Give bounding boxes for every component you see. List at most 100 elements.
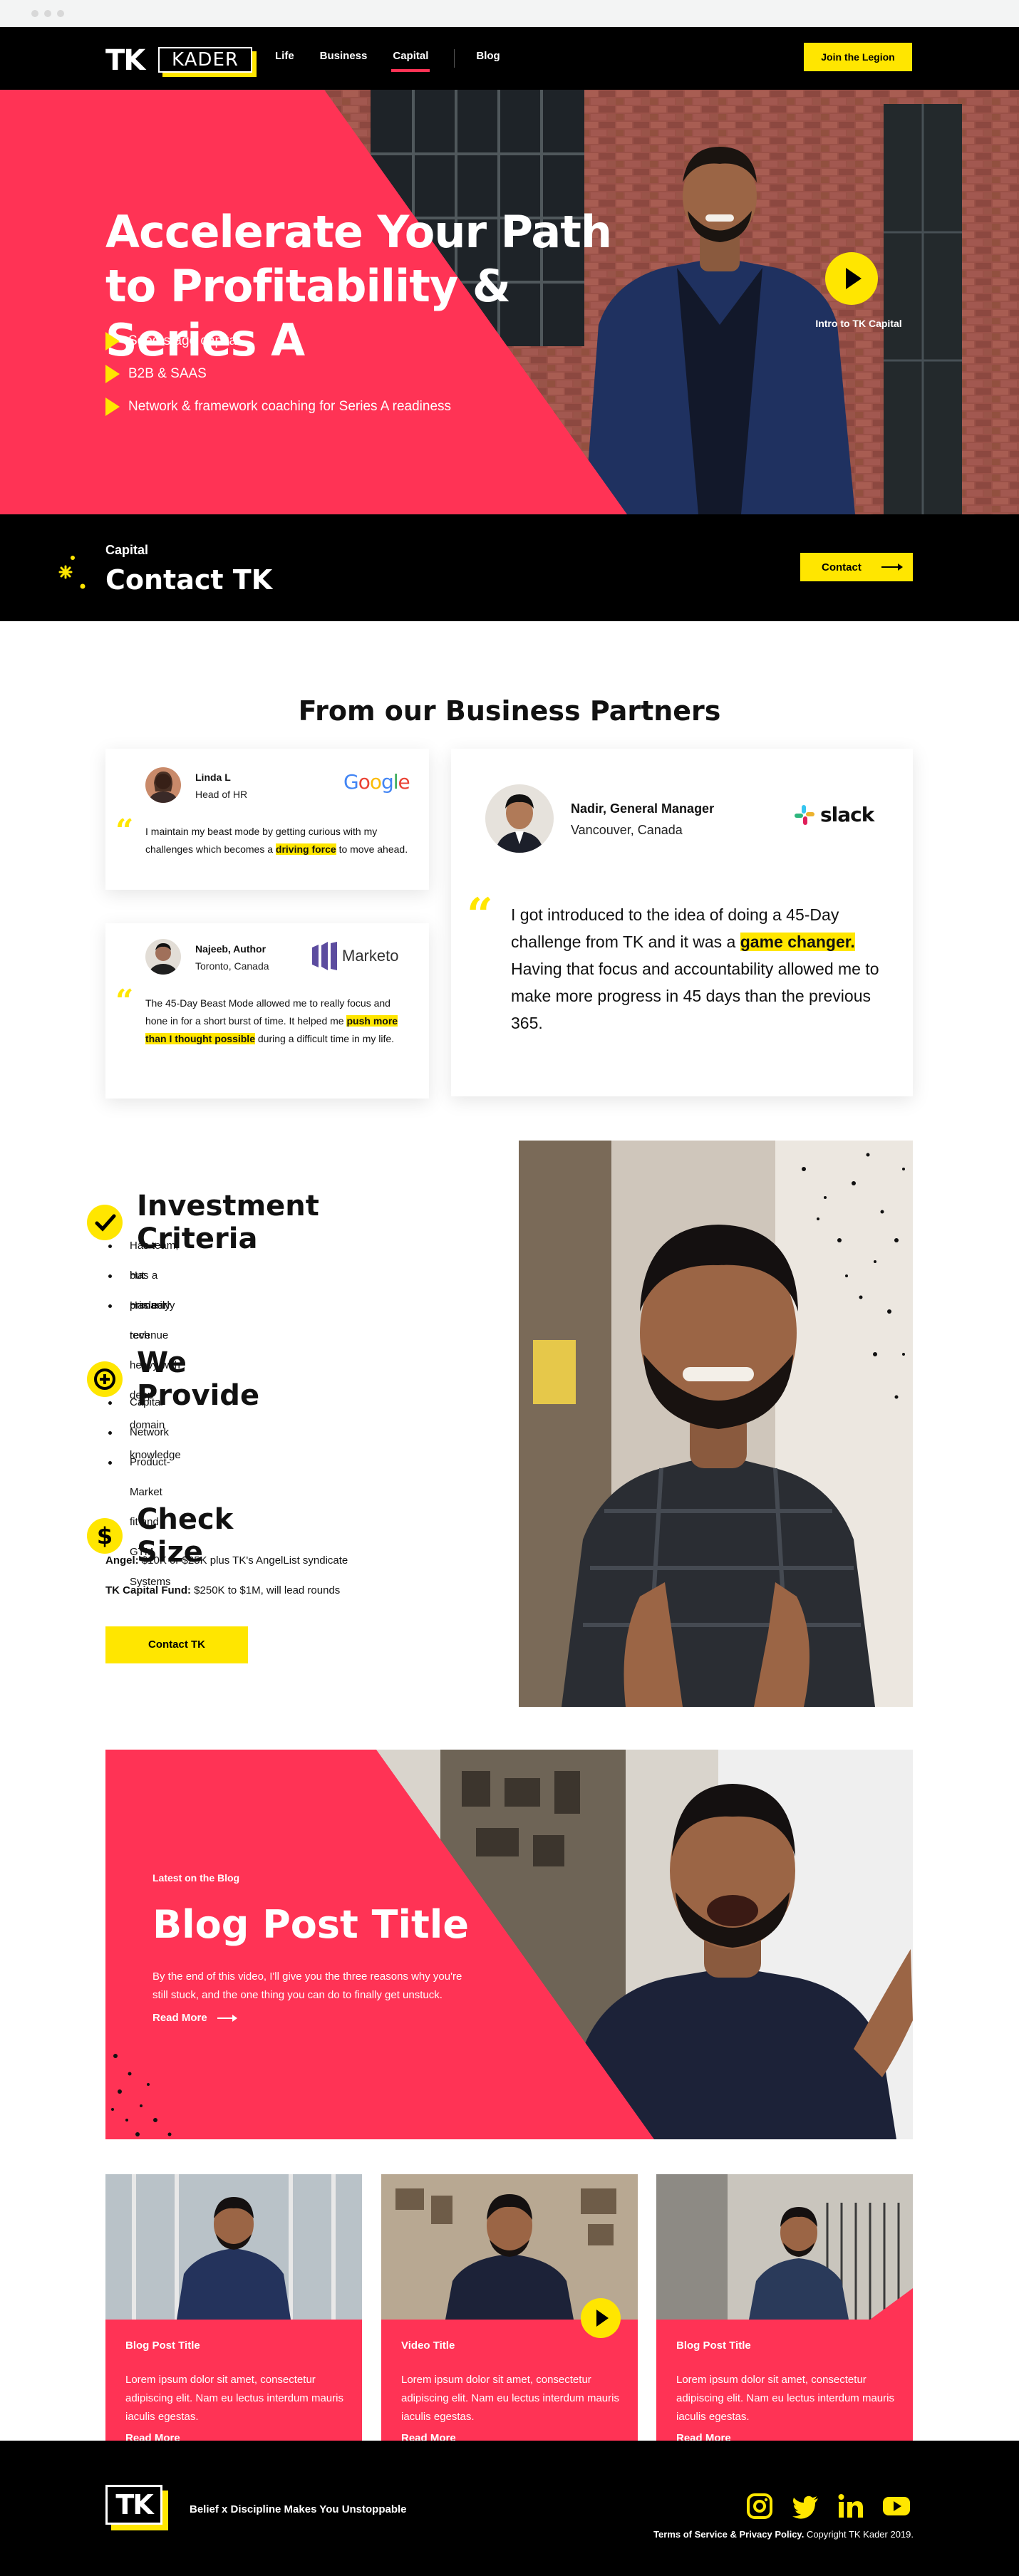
- contact-band: Capital Contact TK Contact: [0, 514, 1019, 621]
- hero-bullet-text: Network & framework coaching for Series …: [128, 399, 452, 414]
- contact-button[interactable]: Contact: [800, 553, 913, 581]
- logo-tk: TK: [105, 44, 145, 77]
- legal-links[interactable]: Terms of Service & Privacy Policy.: [653, 2529, 804, 2540]
- blog-card-title: Blog Post Title: [676, 2339, 751, 2352]
- arrow-bullet-icon: [105, 398, 120, 416]
- blog-feature[interactable]: Latest on the Blog Blog Post Title By th…: [105, 1750, 913, 2139]
- read-more-link[interactable]: Read More: [401, 2432, 456, 2441]
- video-caption: Intro to TK Capital: [815, 318, 902, 329]
- video-card[interactable]: Video Title Lorem ipsum dolor sit amet, …: [381, 2174, 638, 2441]
- testimonial-role: Toronto, Canada: [195, 960, 269, 972]
- list-item: Product-Market fit and GTM Systems: [108, 1448, 171, 1588]
- footer-logo[interactable]: TK: [105, 2485, 170, 2532]
- testimonial-text: The 45-Day Beast Mode allowed me to real…: [145, 994, 409, 1048]
- avatar: [145, 939, 181, 975]
- list-item: Network: [108, 1418, 171, 1448]
- hero-bullet: Seed stage capital: [105, 325, 451, 358]
- angel-check-line: Angel: $10K or $25K plus TK's AngelList …: [105, 1554, 348, 1567]
- avatar: [145, 767, 181, 803]
- marketo-logo-text: Marketo: [342, 947, 399, 965]
- card-tail: [70, 932, 108, 966]
- read-more-link[interactable]: Read More: [676, 2432, 731, 2441]
- testimonial-text-after: during a difficult time in my life.: [255, 1033, 395, 1044]
- testimonial-text: I got introduced to the idea of doing a …: [511, 901, 889, 1037]
- contact-band-label: Capital: [105, 543, 149, 557]
- testimonial-name: Najeeb, Author: [195, 943, 267, 955]
- blog-feature-title[interactable]: Blog Post Title: [152, 1902, 469, 1947]
- hero-bullet: Network & framework coaching for Series …: [105, 390, 451, 423]
- youtube-icon[interactable]: [882, 2492, 911, 2520]
- read-more-link[interactable]: Read More: [125, 2432, 180, 2441]
- investment-criteria-list: Has team, but primarily tech heavy with …: [108, 1231, 181, 1461]
- testimonial-role: Vancouver, Canada: [571, 823, 683, 837]
- blog-card-body: Lorem ipsum dolor sit amet, consectetur …: [676, 2374, 894, 2423]
- linkedin-icon[interactable]: [837, 2492, 865, 2520]
- footer: TK Belief x Discipline Makes You Unstopp…: [0, 2441, 1019, 2576]
- video-card-body: Lorem ipsum dolor sit amet, consectetur …: [401, 2374, 619, 2423]
- social-icons: [745, 2492, 928, 2520]
- sparkle-icon: [58, 556, 86, 589]
- play-video-icon[interactable]: [825, 252, 878, 305]
- blog-card[interactable]: Blog Post Title Lorem ipsum dolor sit am…: [656, 2174, 913, 2441]
- footer-legal: Terms of Service & Privacy Policy. Copyr…: [653, 2529, 914, 2540]
- nav-link-capital[interactable]: Capital: [391, 27, 430, 90]
- dollar-icon: $: [87, 1518, 123, 1554]
- arrow-bullet-icon: [105, 332, 120, 350]
- blog-card-thumbnail: [105, 2174, 362, 2320]
- hero-bullet-text: Seed stage capital: [128, 333, 240, 348]
- blog-feature-label: Latest on the Blog: [152, 1872, 240, 1884]
- partners-heading: From our Business Partners: [298, 695, 721, 727]
- contact-button-label: Contact: [822, 561, 862, 573]
- top-nav: TK KADER Life Business Capital Blog Join…: [0, 27, 1019, 90]
- blog-card-body: Lorem ipsum dolor sit amet, consectetur …: [125, 2374, 343, 2423]
- hero-section: Accelerate Your Path to Profitability & …: [0, 90, 1019, 514]
- nav-divider: [454, 49, 455, 68]
- slack-logo-text: slack: [820, 803, 874, 826]
- blog-card[interactable]: Blog Post Title Lorem ipsum dolor sit am…: [105, 2174, 362, 2441]
- blog-card-title: Blog Post Title: [125, 2339, 200, 2352]
- svg-text:$: $: [97, 1522, 113, 1549]
- testimonial-highlight: driving force: [275, 843, 336, 855]
- avatar: [485, 784, 554, 853]
- angel-label: Angel:: [105, 1554, 139, 1567]
- blog-card-thumbnail: [656, 2174, 913, 2320]
- browser-chrome: [0, 0, 1019, 27]
- tk-kader-logo[interactable]: TK KADER: [105, 43, 257, 77]
- list-item: Has a product: [108, 1261, 181, 1312]
- checkmark-icon: [87, 1205, 123, 1240]
- hero-bullet: B2B & SAAS: [105, 358, 451, 390]
- blog-feature-description: By the end of this video, I'll give you …: [152, 1970, 462, 2001]
- nav-link-business[interactable]: Business: [320, 27, 368, 90]
- window-dot: [31, 10, 38, 17]
- testimonial-text: I maintain my beast mode by getting curi…: [145, 823, 409, 858]
- we-provide-list: Capital Network Product-Market fit and G…: [108, 1388, 171, 1588]
- window-dot: [44, 10, 51, 17]
- quote-icon: “: [467, 888, 493, 942]
- plus-circle-icon: [87, 1361, 123, 1397]
- logo-kader: KADER: [158, 47, 252, 73]
- nav-link-life[interactable]: Life: [275, 27, 294, 90]
- read-more-label: Read More: [152, 2012, 207, 2024]
- contact-tk-button[interactable]: Contact TK: [105, 1626, 248, 1663]
- footer-tagline: Belief x Discipline Makes You Unstoppabl…: [190, 2503, 407, 2515]
- list-item: Has team, but primarily tech heavy with …: [108, 1231, 181, 1461]
- play-video-icon[interactable]: [581, 2298, 621, 2338]
- card-tail: [912, 1061, 951, 1097]
- read-more-link[interactable]: Read More: [152, 2012, 237, 2024]
- hero-bullets: Seed stage capital B2B & SAAS Network & …: [105, 325, 451, 423]
- testimonial-text-after: Having that focus and accountability all…: [511, 960, 879, 1032]
- fund-label: TK Capital Fund:: [105, 1584, 191, 1596]
- instagram-icon[interactable]: [745, 2492, 774, 2520]
- nav-links: Life Business Capital Blog: [275, 27, 526, 90]
- quote-icon: “: [115, 983, 134, 1019]
- testimonial-highlight: game changer.: [740, 933, 855, 951]
- list-item: Has early revenue: [108, 1291, 181, 1341]
- window-dot: [57, 10, 64, 17]
- arrow-bullet-icon: [105, 365, 120, 383]
- nav-link-blog[interactable]: Blog: [476, 27, 500, 90]
- arrow-right-icon: [217, 2014, 237, 2022]
- join-legion-button[interactable]: Join the Legion: [804, 43, 912, 71]
- testimonial-name: Nadir, General Manager: [571, 801, 715, 816]
- twitter-icon[interactable]: [791, 2492, 819, 2520]
- footer-logo-text: TK: [105, 2485, 162, 2525]
